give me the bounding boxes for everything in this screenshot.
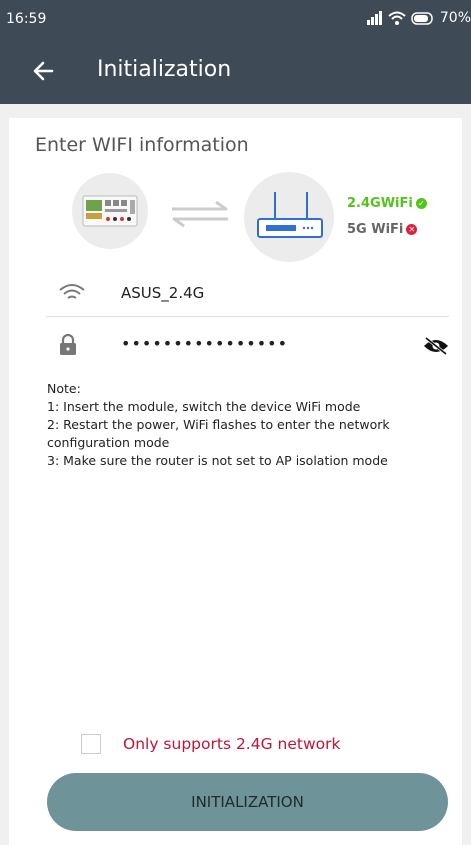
- battery-percent: 70%: [439, 10, 471, 26]
- device-icon: [82, 195, 138, 227]
- instructions-note: Note: 1: Insert the module, switch the d…: [47, 380, 427, 470]
- status-time: 16:59: [6, 11, 47, 27]
- password-value[interactable]: ••••••••••••••••: [121, 334, 288, 353]
- password-field[interactable]: ••••••••••••••••: [46, 324, 449, 368]
- initialization-button[interactable]: INITIALIZATION: [47, 773, 448, 831]
- note-heading: Note:: [47, 381, 81, 396]
- status-indicators: 70%: [366, 10, 471, 26]
- wifi-status-icon: [388, 11, 406, 25]
- page-title: Initialization: [97, 57, 232, 82]
- cross-circle-icon: ✕: [406, 224, 418, 235]
- status-bar: 16:59 70%: [0, 0, 471, 37]
- band-2-4g-label: 2.4GWiFi ✓: [347, 196, 427, 211]
- note-line-3: 3: Make sure the router is not set to AP…: [47, 453, 388, 468]
- ssid-field[interactable]: ASUS_2.4G: [46, 272, 449, 317]
- band-5g-label: 5G WiFi ✕: [347, 222, 418, 237]
- signal-icon: [366, 11, 382, 25]
- note-line-1: 1: Insert the module, switch the device …: [47, 399, 361, 414]
- router-icon: [257, 192, 323, 238]
- wifi-icon: [59, 284, 85, 299]
- check-circle-icon: ✓: [415, 198, 427, 209]
- note-line-2: 2: Restart the power, WiFi flashes to en…: [47, 417, 390, 450]
- section-title: Enter WIFI information: [35, 134, 249, 156]
- device-illustration: [72, 173, 148, 249]
- band-5g-text: 5G WiFi: [347, 222, 404, 237]
- 2-4g-only-label[interactable]: Only supports 2.4G network: [123, 735, 340, 753]
- wifi-form-card: Enter WIFI information 2.4GWiFi ✓ 5G WiF…: [9, 118, 462, 845]
- eye-off-icon[interactable]: [423, 336, 449, 356]
- lock-icon: [60, 334, 76, 355]
- ssid-value[interactable]: ASUS_2.4G: [121, 284, 204, 302]
- band-2-4g-text: 2.4GWiFi: [347, 196, 413, 211]
- 2-4g-only-option[interactable]: Only supports 2.4G network: [81, 734, 340, 754]
- back-arrow-icon[interactable]: [30, 57, 58, 85]
- router-illustration: [244, 172, 334, 262]
- 2-4g-only-checkbox[interactable]: [81, 734, 101, 754]
- swap-arrows-icon: [172, 200, 228, 228]
- app-bar: Initialization: [0, 37, 471, 104]
- battery-icon: [411, 11, 433, 25]
